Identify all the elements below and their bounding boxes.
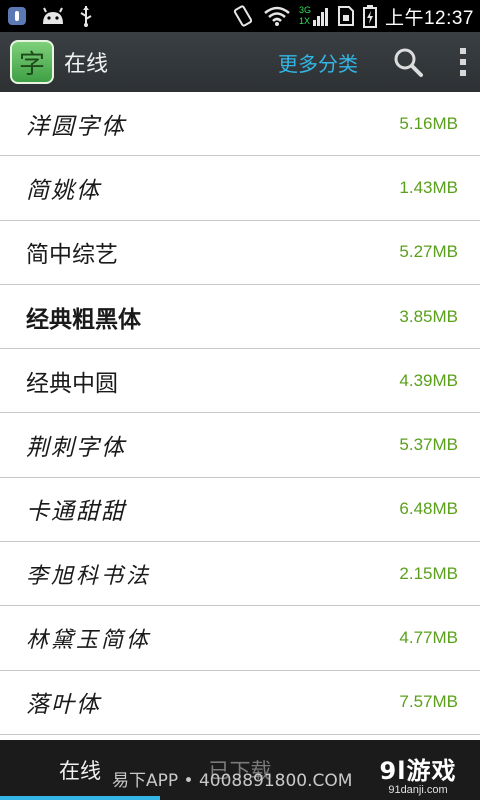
sim-icon — [337, 5, 355, 27]
status-left — [6, 4, 94, 28]
search-icon[interactable] — [390, 44, 426, 80]
tab-online-label: 在线 — [59, 759, 101, 783]
font-size: 2.15MB — [399, 563, 458, 583]
font-size: 3.85MB — [399, 306, 458, 326]
font-size: 5.27MB — [399, 242, 458, 262]
page-title: 在线 — [64, 52, 109, 77]
list-item[interactable]: 经典粗黑体 3.85MB — [0, 285, 480, 350]
font-name: 经典中圆 — [26, 370, 118, 397]
list-item[interactable]: 落叶体 7.57MB — [0, 671, 480, 735]
status-time: 上午12:37 — [384, 7, 474, 29]
font-name: 简中综艺 — [26, 242, 118, 269]
list-item[interactable]: 林黛玉简体 4.77MB — [0, 606, 480, 671]
font-size: 4.77MB — [399, 628, 458, 648]
list-item[interactable]: 卡通甜甜 6.48MB — [0, 478, 480, 543]
font-size: 1.43MB — [399, 177, 458, 197]
network-label-bottom: 1X — [298, 16, 310, 26]
list-item[interactable]: 简中综艺 5.27MB — [0, 221, 480, 285]
usb-debug-icon — [6, 5, 28, 27]
font-name: 李旭科书法 — [26, 563, 152, 589]
font-name: 洋圆字体 — [26, 113, 126, 140]
watermark-text: 易下APP • 4008891800.COM — [112, 771, 353, 791]
font-list: 洋圆字体 5.16MB 简姚体 1.43MB 简中综艺 5.27MB 经典粗黑体… — [0, 92, 480, 740]
tab-active-indicator — [0, 796, 160, 800]
font-size: 5.37MB — [399, 435, 458, 455]
network-label-top: 3G — [298, 5, 311, 15]
brand-logo: 9l游戏 91danji.com — [368, 750, 468, 796]
list-item[interactable]: 经典中圆 4.39MB — [0, 349, 480, 414]
font-size: 5.16MB — [399, 113, 458, 133]
status-right: 3G 1X 上午12:37 — [231, 3, 474, 30]
font-size: 7.57MB — [399, 692, 458, 712]
font-name: 卡通甜甜 — [26, 499, 126, 526]
more-categories-button[interactable]: 更多分类 — [278, 48, 358, 77]
signal-icon: 3G 1X — [299, 4, 329, 28]
font-size: 6.48MB — [399, 499, 458, 519]
brand-sub: 91danji.com — [388, 783, 448, 796]
status-bar: 3G 1X 上午12:37 — [0, 0, 480, 32]
list-item[interactable]: 荆刺字体 5.37MB — [0, 413, 480, 478]
font-name: 经典粗黑体 — [26, 306, 141, 333]
action-bar: 字 在线 更多分类 — [0, 32, 480, 92]
overflow-menu-icon[interactable] — [456, 44, 470, 80]
rotate-icon — [231, 4, 255, 28]
usb-icon — [78, 4, 94, 28]
list-item[interactable]: 简姚体 1.43MB — [0, 156, 480, 221]
font-name: 简姚体 — [26, 177, 101, 204]
list-item[interactable]: 洋圆字体 5.16MB — [0, 92, 480, 157]
font-name: 林黛玉简体 — [26, 628, 152, 654]
brand-main: 9l游戏 — [379, 756, 457, 785]
font-name: 落叶体 — [26, 692, 101, 719]
font-size: 4.39MB — [399, 370, 458, 390]
android-icon — [40, 6, 66, 26]
app-logo[interactable]: 字 — [10, 40, 54, 84]
font-name: 荆刺字体 — [26, 435, 126, 462]
battery-icon — [362, 4, 377, 28]
list-item[interactable]: 李旭科书法 2.15MB — [0, 542, 480, 607]
wifi-icon — [263, 5, 291, 27]
